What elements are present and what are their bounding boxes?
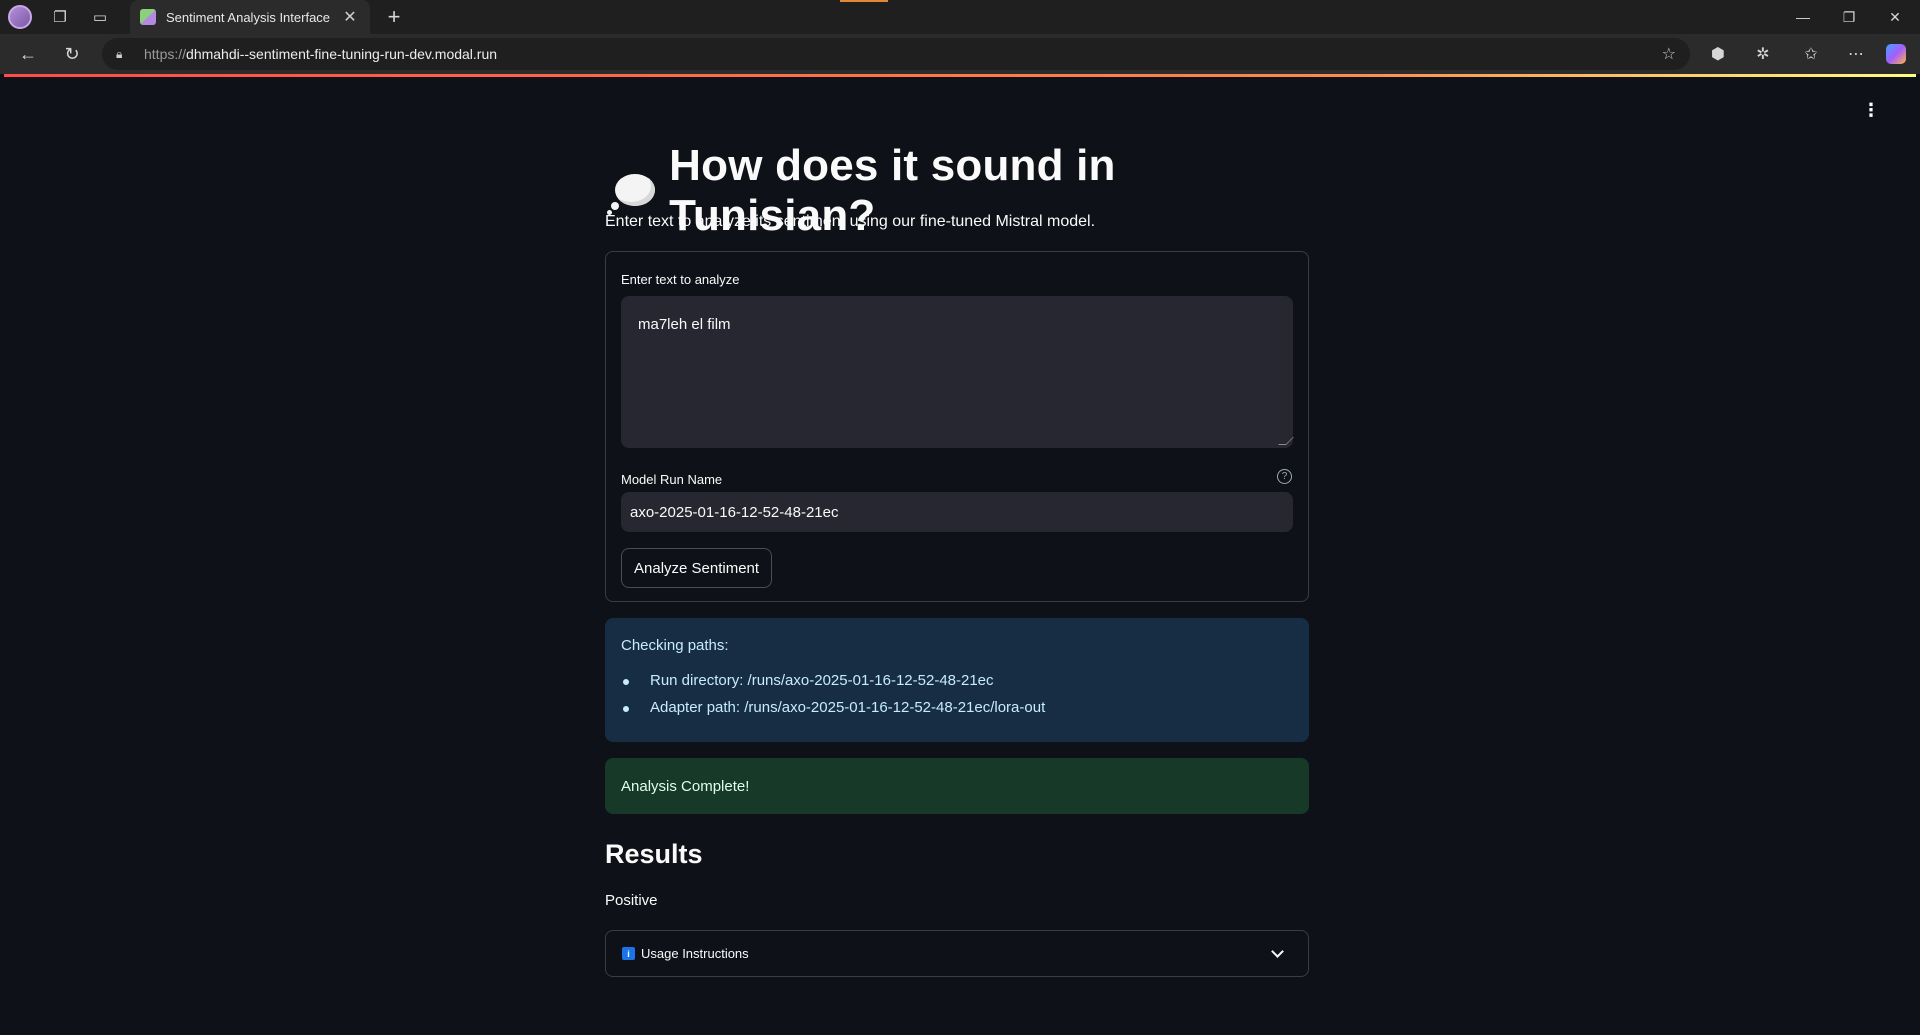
reload-button[interactable]: ↻ xyxy=(56,38,88,70)
tab-actions-icon[interactable]: ▭ xyxy=(80,0,120,34)
analyze-sentiment-button[interactable]: Analyze Sentiment xyxy=(621,548,773,588)
expander-label: Usage Instructions xyxy=(641,946,749,961)
extensions-puzzle-icon[interactable]: ✲ xyxy=(1747,38,1779,70)
app-viewport: ⋮ How does it sound in Tunisian? Enter t… xyxy=(4,77,1916,1035)
success-alert: Analysis Complete! xyxy=(605,758,1309,814)
favorite-star-icon[interactable]: ☆ xyxy=(1662,44,1676,64)
chevron-down-icon xyxy=(1271,945,1284,958)
new-tab-button[interactable]: + xyxy=(380,0,408,34)
extension-icon[interactable]: ⬢ xyxy=(1702,38,1734,70)
resize-handle-icon[interactable] xyxy=(1278,437,1294,445)
browser-toolbar: ← ↻ 🔒︎ https://dhmahdi--sentiment-fine-t… xyxy=(0,34,1920,74)
results-value: Positive xyxy=(605,892,658,909)
tab-title: Sentiment Analysis Interface xyxy=(166,9,331,25)
minimize-button[interactable]: — xyxy=(1780,0,1826,34)
textarea-value: ma7leh el film xyxy=(638,316,731,333)
thought-balloon-icon xyxy=(607,168,655,215)
sentiment-form: Enter text to analyze ma7leh el film Mod… xyxy=(605,251,1309,602)
run-name-value: axo-2025-01-16-12-52-48-21ec xyxy=(630,503,839,521)
avatar-icon xyxy=(8,5,32,29)
address-bar[interactable]: 🔒︎ https://dhmahdi--sentiment-fine-tunin… xyxy=(102,38,1690,70)
help-tooltip-icon[interactable]: ? xyxy=(1277,469,1292,484)
success-message: Analysis Complete! xyxy=(621,777,750,795)
browser-tab-bar: ❐ ▭ Sentiment Analysis Interface ✕ + — ❐… xyxy=(0,0,1920,34)
url-text: https://dhmahdi--sentiment-fine-tuning-r… xyxy=(144,46,498,62)
window-accent-bar xyxy=(840,0,888,2)
list-item: Run directory: /runs/axo-2025-01-16-12-5… xyxy=(621,672,1293,689)
restore-button[interactable]: ❐ xyxy=(1826,0,1872,34)
tab-favicon-icon xyxy=(140,9,156,25)
info-alert: Checking paths: Run directory: /runs/axo… xyxy=(605,618,1309,742)
tab-close-icon[interactable]: ✕ xyxy=(340,7,360,27)
list-item: Adapter path: /runs/axo-2025-01-16-12-52… xyxy=(621,699,1293,716)
info-alert-heading: Checking paths: xyxy=(621,637,729,654)
favorites-icon[interactable]: ✩ xyxy=(1795,38,1827,70)
info-icon: i xyxy=(622,947,635,960)
run-name-label: Model Run Name xyxy=(621,472,723,487)
more-menu-icon[interactable]: ⋯ xyxy=(1840,38,1872,70)
profile-avatar[interactable] xyxy=(0,0,40,34)
workspaces-icon[interactable]: ❐ xyxy=(40,0,80,34)
back-button[interactable]: ← xyxy=(12,38,44,70)
close-window-button[interactable]: ✕ xyxy=(1872,0,1918,34)
usage-instructions-expander[interactable]: i Usage Instructions xyxy=(605,930,1309,977)
text-to-analyze-textarea[interactable]: ma7leh el film xyxy=(621,296,1294,448)
paths-list: Run directory: /runs/axo-2025-01-16-12-5… xyxy=(621,672,1293,716)
browser-tab-active[interactable]: Sentiment Analysis Interface ✕ xyxy=(130,0,370,34)
page-subtitle: Enter text to analyze its sentiment usin… xyxy=(605,213,1096,230)
copilot-icon[interactable] xyxy=(1880,38,1912,70)
model-run-name-input[interactable]: axo-2025-01-16-12-52-48-21ec xyxy=(621,492,1293,532)
text-input-label: Enter text to analyze xyxy=(621,272,740,287)
lock-icon: 🔒︎ xyxy=(116,47,123,61)
results-heading: Results xyxy=(605,839,703,869)
app-menu-icon[interactable]: ⋮ xyxy=(1862,101,1880,119)
